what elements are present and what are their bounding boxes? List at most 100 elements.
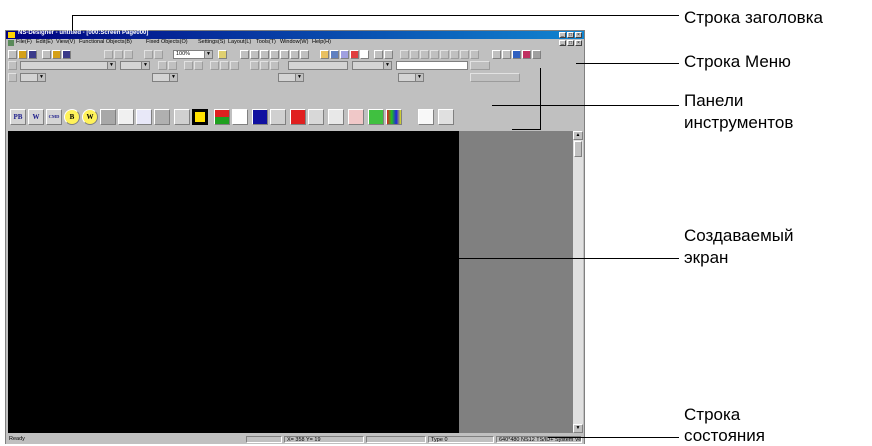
set-button[interactable] <box>470 61 490 70</box>
layer-icon[interactable] <box>8 73 17 82</box>
document-icon[interactable] <box>8 40 14 46</box>
paste-icon[interactable] <box>124 50 133 59</box>
text-color-icon[interactable] <box>184 61 193 70</box>
menu-layout[interactable]: Layout(L) <box>228 39 251 45</box>
layer-select[interactable]: ▼ <box>20 73 46 82</box>
grid-icon[interactable] <box>330 50 339 59</box>
fill-color-icon[interactable] <box>194 61 203 70</box>
menu-help[interactable]: Help(H) <box>312 39 331 45</box>
copy-icon[interactable] <box>114 50 123 59</box>
line-style-icon[interactable] <box>250 61 259 70</box>
data-log-graph-tool[interactable] <box>348 109 364 125</box>
sector-tool-icon[interactable] <box>300 50 309 59</box>
size-select[interactable]: ▼ <box>120 61 150 70</box>
redo-icon[interactable] <box>154 50 163 59</box>
bold-icon[interactable] <box>158 61 167 70</box>
thumbwheel-tool[interactable] <box>174 109 190 125</box>
window-icon[interactable] <box>512 50 521 59</box>
new-screen-icon[interactable] <box>42 50 51 59</box>
list-selector-tool[interactable] <box>136 109 152 125</box>
zoom-select[interactable]: 100% ▼ <box>173 50 213 59</box>
broken-line-graph-tool[interactable] <box>232 109 248 125</box>
menu-view[interactable]: View(V) <box>56 39 75 45</box>
lamp-tool-icon[interactable] <box>350 50 359 59</box>
command-button-tool[interactable]: CMD <box>46 109 62 125</box>
menu-settings[interactable]: Settings(S) <box>198 39 225 45</box>
replace-icon[interactable] <box>502 50 511 59</box>
italic-icon[interactable] <box>168 61 177 70</box>
menu-tools[interactable]: Tools(T) <box>256 39 276 45</box>
polygon-tool-icon[interactable] <box>290 50 299 59</box>
new-icon[interactable] <box>8 50 17 59</box>
open-screen-icon[interactable] <box>52 50 61 59</box>
level-meter-tool[interactable] <box>154 109 170 125</box>
text-tool-icon[interactable] <box>320 50 329 59</box>
temporary-input-tool[interactable] <box>418 109 434 125</box>
analog-meter-tool[interactable] <box>192 109 208 125</box>
video-display-tool[interactable] <box>252 109 268 125</box>
address-select[interactable]: ▼ <box>352 61 392 70</box>
distribute-icon[interactable] <box>384 50 393 59</box>
frame-tool[interactable] <box>438 109 454 125</box>
close-button[interactable]: × <box>575 32 582 38</box>
line-tool-icon[interactable] <box>260 50 269 59</box>
same-width-icon[interactable] <box>460 50 469 59</box>
align-top-icon[interactable] <box>430 50 439 59</box>
minimize-button[interactable]: _ <box>559 32 566 38</box>
table-tool-icon[interactable] <box>340 50 349 59</box>
page-select[interactable]: ▼ <box>398 73 424 82</box>
style-select[interactable] <box>288 61 348 70</box>
line-color-icon[interactable] <box>270 61 279 70</box>
word-button-tool[interactable]: W <box>28 109 44 125</box>
numeral-display-tool[interactable] <box>100 109 116 125</box>
property-icon[interactable] <box>522 50 531 59</box>
line-width-icon[interactable] <box>260 61 269 70</box>
doc-minimize-button[interactable]: _ <box>559 40 566 46</box>
menu-file[interactable]: File(F) <box>16 39 32 45</box>
right-justify-icon[interactable] <box>230 61 239 70</box>
data-block-table-tool[interactable] <box>368 109 384 125</box>
push-button-tool[interactable]: PB <box>10 109 26 125</box>
align-bottom-icon[interactable] <box>450 50 459 59</box>
maximize-button[interactable]: □ <box>567 32 574 38</box>
frame-select[interactable]: ▼ <box>278 73 304 82</box>
doc-close-button[interactable]: × <box>575 40 582 46</box>
find-icon[interactable] <box>492 50 501 59</box>
left-justify-icon[interactable] <box>210 61 219 70</box>
polyline-tool-icon[interactable] <box>270 50 279 59</box>
circle-tool-icon[interactable] <box>250 50 259 59</box>
menu-fixed-objects[interactable]: Fixed Objects(O) <box>146 39 188 45</box>
scroll-up-icon[interactable]: ▲ <box>573 131 583 140</box>
align-icon[interactable] <box>374 50 383 59</box>
center-justify-icon[interactable] <box>220 61 229 70</box>
vertical-scrollbar[interactable]: ▲ ▼ <box>573 131 583 433</box>
alarm-event-tool[interactable] <box>270 109 286 125</box>
bar-graph-tool[interactable] <box>214 109 230 125</box>
group-select[interactable]: ▼ <box>152 73 178 82</box>
arc-tool-icon[interactable] <box>280 50 289 59</box>
cut-icon[interactable] <box>104 50 113 59</box>
word-lamp-tool[interactable]: W <box>82 109 98 125</box>
bitmap-tool[interactable] <box>386 109 402 125</box>
font-icon[interactable] <box>8 61 17 70</box>
undo-icon[interactable] <box>144 50 153 59</box>
alarm-summary-tool[interactable] <box>290 109 306 125</box>
screen-canvas[interactable] <box>8 131 459 433</box>
align-center-icon[interactable] <box>410 50 419 59</box>
string-display-tool[interactable] <box>118 109 134 125</box>
rectangle-tool-icon[interactable] <box>240 50 249 59</box>
switch-tool-icon[interactable] <box>360 50 369 59</box>
doc-restore-button[interactable]: □ <box>567 40 574 46</box>
help-icon[interactable] <box>218 50 227 59</box>
date-tool[interactable] <box>308 109 324 125</box>
scroll-down-icon[interactable]: ▼ <box>573 424 583 433</box>
align-middle-icon[interactable] <box>440 50 449 59</box>
scroll-thumb[interactable] <box>574 141 582 157</box>
address-input[interactable] <box>396 61 468 70</box>
align-right-icon[interactable] <box>420 50 429 59</box>
same-height-icon[interactable] <box>470 50 479 59</box>
menu-window[interactable]: Window(W) <box>280 39 308 45</box>
align-left-icon[interactable] <box>400 50 409 59</box>
font-select[interactable]: ▼ <box>20 61 116 70</box>
save-screen-icon[interactable] <box>62 50 71 59</box>
